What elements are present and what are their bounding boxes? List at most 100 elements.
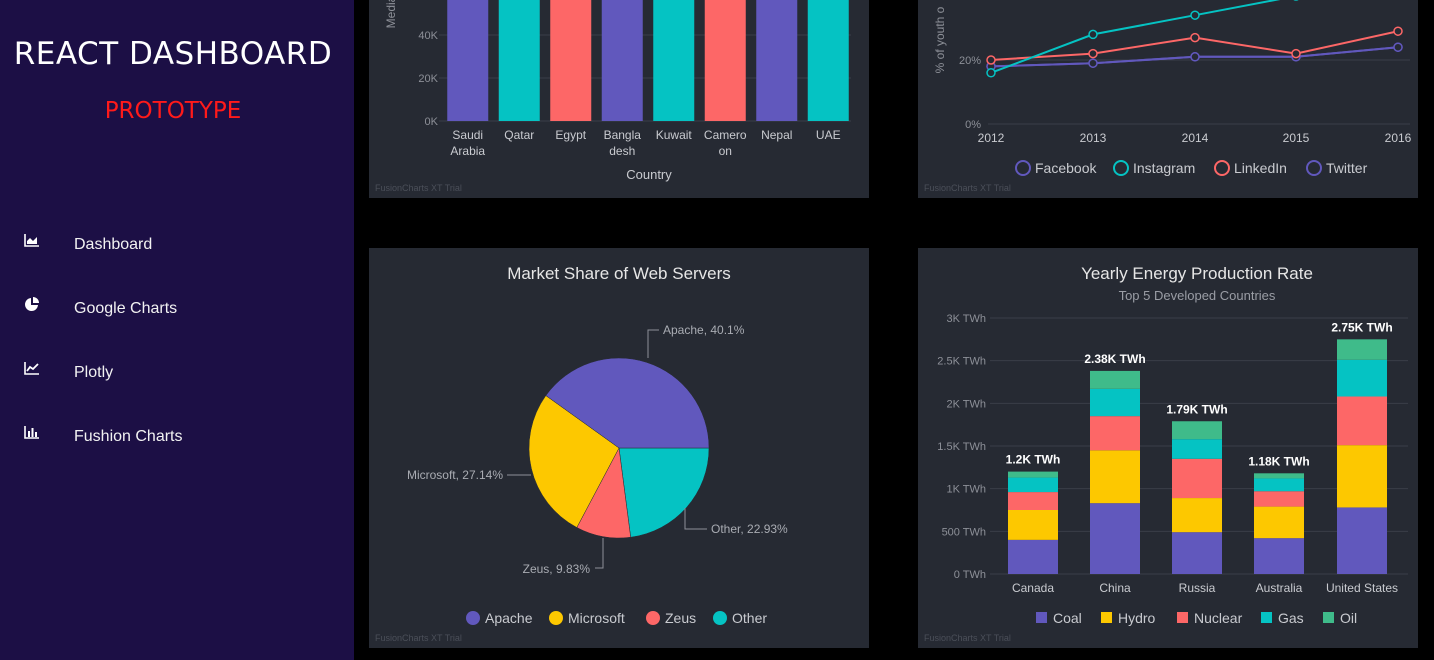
- stacked-bar-segment: [1172, 498, 1222, 533]
- data-point: [1088, 29, 1098, 40]
- stacked-bar-segment: [1090, 370, 1140, 389]
- y-tick-label: 40K: [418, 30, 438, 42]
- x-tick-label: UAE: [816, 128, 841, 142]
- sidebar-item-dashboard[interactable]: Dashboard: [0, 226, 354, 266]
- legend-marker: [1306, 160, 1322, 176]
- sidebar-item-label: Fushion Charts: [74, 428, 183, 445]
- data-point: [986, 68, 996, 78]
- stacked-bar-segment: [1254, 478, 1304, 492]
- total-label: 1.18K TWh: [1248, 454, 1309, 468]
- x-tick-label: Russia: [1179, 581, 1216, 595]
- legend-marker: [1101, 612, 1112, 623]
- leader-line: [647, 329, 659, 358]
- stacked-bar-segment: [1008, 510, 1058, 540]
- legend-label: Oil: [1340, 610, 1357, 626]
- stacked-bar-segment: [1008, 477, 1058, 493]
- chart-title: Market Share of Web Servers: [507, 264, 731, 283]
- x-tick-label: United States: [1326, 581, 1398, 595]
- data-point: [1393, 26, 1403, 36]
- pie-chart-icon: [25, 297, 39, 311]
- web-server-pie-chart-panel: Market Share of Web Servers Apache, 40.1%…: [369, 248, 869, 648]
- stacked-bar-segment: [1337, 507, 1387, 574]
- stacked-bar-segment: [1254, 473, 1304, 479]
- x-tick-label: Kuwait: [656, 128, 693, 142]
- legend-marker: [466, 611, 480, 625]
- sidebar-item-fushion-charts[interactable]: Fushion Charts: [0, 418, 354, 458]
- legend-label: Gas: [1278, 610, 1304, 626]
- legend-label: Hydro: [1118, 610, 1156, 626]
- y-tick-label: 3K TWh: [946, 313, 986, 325]
- line-chart-icon: [24, 362, 39, 375]
- sidebar-item-label: Dashboard: [74, 236, 153, 253]
- legend-label: Microsoft: [568, 610, 625, 626]
- stacked-bar-segment: [1008, 539, 1058, 574]
- bar-chart-icon: [24, 426, 39, 439]
- legend-marker: [713, 611, 727, 625]
- watermark: FusionCharts XT Trial: [924, 183, 1011, 193]
- bar: [756, 0, 798, 121]
- leader-line: [595, 538, 604, 569]
- stacked-bar-segment: [1008, 471, 1058, 478]
- y-tick-label: 2K TWh: [946, 398, 986, 410]
- stacked-bar-segment: [1337, 445, 1387, 508]
- stacked-bar-segment: [1172, 439, 1222, 459]
- stacked-bar-segment: [1172, 421, 1222, 440]
- data-point: [1393, 42, 1403, 52]
- x-tick-label: 2012: [978, 131, 1005, 145]
- x-tick-label: desh: [609, 144, 635, 158]
- sidebar-item-label: Plotly: [74, 364, 114, 381]
- legend-label: Other: [732, 610, 767, 626]
- legend-marker: [1036, 612, 1047, 623]
- stacked-bar-segment: [1337, 359, 1387, 397]
- social-media-line-chart: 0% 20% % of youth o 2012 2013 2014 2015 2016 Fac…: [924, 0, 1412, 193]
- app-subtitle: PROTOTYPE: [104, 98, 242, 124]
- x-tick-label: Bangla: [604, 128, 642, 142]
- total-label: 2.75K TWh: [1331, 320, 1392, 334]
- bar: [653, 0, 695, 121]
- stacked-bar-segment: [1337, 396, 1387, 446]
- x-tick-label: 2016: [1385, 131, 1412, 145]
- data-point: [1190, 32, 1200, 43]
- data-point: [986, 55, 996, 65]
- energy-stacked-bar-chart-panel: Yearly Energy Production Rate Top 5 Devel…: [918, 248, 1418, 648]
- legend-marker: [646, 611, 660, 625]
- legend-label: Facebook: [1035, 160, 1097, 176]
- data-point: [1190, 10, 1200, 20]
- data-point: [1190, 52, 1200, 62]
- area-chart-icon: [24, 234, 39, 247]
- x-tick-label: Egypt: [555, 128, 586, 142]
- x-tick-label: Qatar: [504, 128, 534, 142]
- data-point: [1088, 58, 1098, 68]
- stacked-bar-segment: [1172, 532, 1222, 574]
- stacked-bar-segment: [1090, 450, 1140, 504]
- sidebar-item-google-charts[interactable]: Google Charts: [0, 290, 354, 330]
- data-point: [1291, 48, 1301, 59]
- bar: [550, 0, 592, 121]
- stacked-bar-segment: [1337, 339, 1387, 360]
- web-server-pie-chart: Market Share of Web Servers Apache, 40.1%…: [375, 264, 788, 643]
- sidebar-item-plotly[interactable]: Plotly: [0, 354, 354, 394]
- legend-marker: [1214, 160, 1230, 176]
- stacked-bar-segment: [1090, 416, 1140, 451]
- y-tick-label: 2.5K TWh: [937, 356, 986, 368]
- stacked-bar-segment: [1254, 506, 1304, 539]
- slice-label: Other, 22.93%: [711, 522, 788, 536]
- energy-stacked-bar-chart: Yearly Energy Production Rate Top 5 Devel…: [924, 264, 1408, 643]
- stacked-bar-segment: [1254, 538, 1304, 574]
- y-tick-label: 0%: [965, 119, 981, 131]
- x-tick-label: Canada: [1012, 581, 1054, 595]
- stacked-bar-segment: [1254, 491, 1304, 507]
- x-tick-label: Camero: [704, 128, 747, 142]
- y-axis-label: Media: [384, 0, 398, 28]
- sidebar-item-label: Google Charts: [74, 300, 178, 317]
- sidebar: REACT DASHBOARD PROTOTYPE Dashboard Goog…: [0, 0, 354, 660]
- chart-subtitle: Top 5 Developed Countries: [1119, 288, 1276, 303]
- legend-label: Instagram: [1133, 160, 1195, 176]
- y-tick-label: 500 TWh: [942, 526, 986, 538]
- country-bar-chart: 0K 20K 40K Media Saudi Arabia Qatar Egypt Bangla…: [375, 0, 851, 193]
- x-tick-label: Arabia: [450, 144, 485, 158]
- slice-label: Zeus, 9.83%: [523, 562, 591, 576]
- country-bar-chart-panel: 0K 20K 40K Media Saudi Arabia Qatar Egypt Bangla…: [369, 0, 869, 198]
- legend-label: Zeus: [665, 610, 696, 626]
- social-media-line-chart-panel: 0% 20% % of youth o 2012 2013 2014 2015 2016 Fac…: [918, 0, 1418, 198]
